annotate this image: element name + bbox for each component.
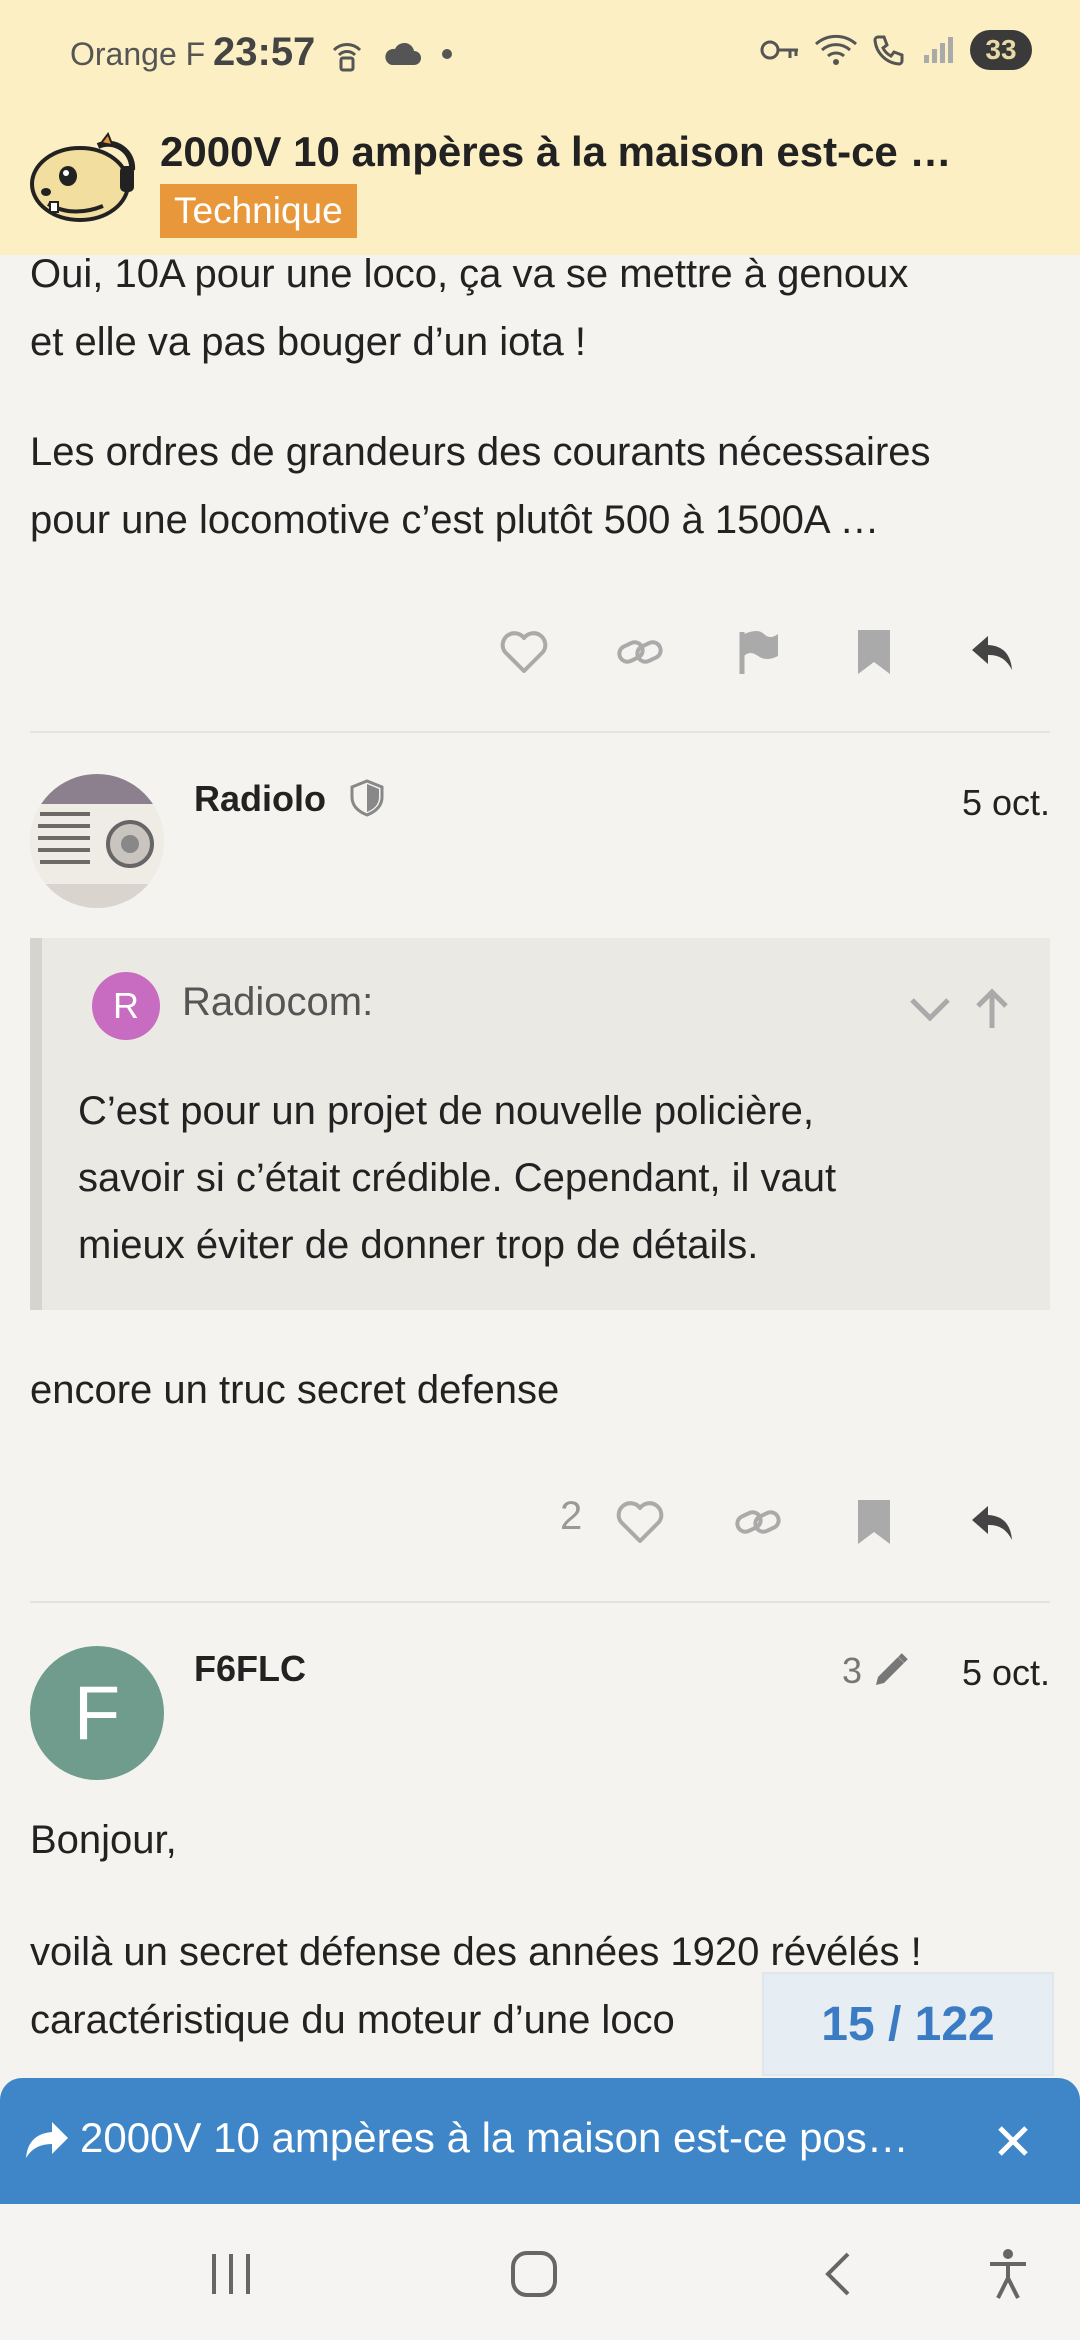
quote-block: R Radiocom: C’est pour un projet de nouv… <box>30 938 1050 1310</box>
reply-icon <box>972 1506 1012 1540</box>
recents-icon[interactable] <box>208 2252 254 2296</box>
cloud-icon <box>385 42 421 65</box>
radio-avatar-image <box>30 774 164 908</box>
quote-line: mieux éviter de donner trop de détails. <box>78 1223 759 1267</box>
wifi-icon <box>815 34 857 65</box>
username[interactable]: Radiolo <box>194 778 384 820</box>
arrow-up-icon[interactable] <box>972 986 1012 1030</box>
post-text-line: Bonjour, <box>30 1818 177 1862</box>
quote-text: C’est pour un projet de nouvelle policiè… <box>78 1078 1018 1279</box>
wifi-call-icon <box>873 35 904 66</box>
link-icon <box>735 1510 781 1534</box>
topic-title[interactable]: 2000V 10 ampères à la maison est-ce … <box>160 128 990 176</box>
post-date[interactable]: 5 oct. <box>962 782 1050 824</box>
moderator-shield-icon <box>350 779 384 817</box>
reply-button[interactable] <box>962 622 1022 682</box>
copy-link-button[interactable] <box>728 1492 788 1552</box>
wifi-lock-icon <box>332 43 362 72</box>
topic-header: Orange F 23:57 33 2000V 10 ampères à la … <box>0 0 1080 255</box>
post-text-line: et elle va pas bouger d’un iota ! <box>30 320 586 364</box>
signal-icon <box>924 37 953 63</box>
flag-button[interactable] <box>728 622 788 682</box>
post-paragraph: Les ordres de grandeurs des courants néc… <box>30 418 931 554</box>
bookmark-icon <box>858 630 890 674</box>
bookmark-icon <box>858 1500 890 1544</box>
post-progress-counter[interactable]: 15 / 122 <box>762 1972 1054 2076</box>
quote-line: C’est pour un projet de nouvelle policiè… <box>78 1089 814 1133</box>
post-text-line: Les ordres de grandeurs des courants néc… <box>30 430 931 474</box>
post-divider <box>30 1601 1050 1603</box>
username[interactable]: F6FLC <box>194 1648 306 1690</box>
copy-link-button[interactable] <box>610 622 670 682</box>
edit-history-button[interactable]: 3 <box>842 1650 910 1692</box>
like-button[interactable] <box>494 622 554 682</box>
username-text: Radiolo <box>194 778 326 819</box>
battery-indicator: 33 <box>970 30 1032 70</box>
reply-button[interactable] <box>962 1492 1022 1552</box>
status-icons-right: 33 <box>760 30 1032 70</box>
reply-icon <box>972 636 1012 670</box>
bookmark-button[interactable] <box>844 622 904 682</box>
post-paragraph: Oui, 10A pour une loco, ça va se mettre … <box>30 240 908 376</box>
quote-avatar[interactable]: R <box>92 972 160 1040</box>
banner-text: 2000V 10 ampères à la maison est-ce pos… <box>80 2114 909 2161</box>
status-icons-left <box>330 36 454 72</box>
avatar[interactable] <box>30 774 164 908</box>
home-icon[interactable] <box>510 2250 558 2298</box>
link-icon <box>617 640 663 664</box>
quote-line: savoir si c’était crédible. Cependant, i… <box>78 1156 837 1200</box>
share-arrow-icon <box>26 2122 68 2158</box>
bookmark-button[interactable] <box>844 1492 904 1552</box>
category-badge[interactable]: Technique <box>160 184 357 238</box>
post-text-line: pour une locomotive c’est plutôt 500 à 1… <box>30 498 880 542</box>
topic-reply-banner[interactable]: 2000V 10 ampères à la maison est-ce pos… <box>0 2078 1080 2204</box>
post-divider <box>30 731 1050 733</box>
status-bar: Orange F 23:57 33 <box>0 0 1080 110</box>
post-text-line: caractéristique du moteur d’une loco <box>30 1998 675 2042</box>
post-text-line: Oui, 10A pour une loco, ça va se mettre … <box>30 252 909 296</box>
like-count[interactable]: 2 <box>560 1494 582 1539</box>
avatar[interactable]: F <box>30 1646 164 1780</box>
heart-icon <box>500 631 548 673</box>
system-nav-bar <box>0 2204 1080 2340</box>
close-icon[interactable] <box>996 2124 1030 2158</box>
accessibility-icon[interactable] <box>986 2248 1030 2300</box>
quote-author: Radiocom: <box>182 980 374 1024</box>
pencil-icon <box>876 1653 908 1685</box>
like-button[interactable] <box>610 1492 670 1552</box>
site-logo[interactable] <box>28 132 138 228</box>
key-icon <box>760 40 798 60</box>
edit-count: 3 <box>842 1650 863 1691</box>
post-date[interactable]: 5 oct. <box>962 1652 1050 1694</box>
back-icon[interactable] <box>820 2250 854 2298</box>
post-body: encore un truc secret defense <box>30 1368 560 1412</box>
chevron-down-icon[interactable] <box>908 994 952 1024</box>
heart-icon <box>616 1501 664 1543</box>
dot-icon <box>442 49 452 59</box>
carrier-label: Orange F <box>70 36 206 72</box>
flag-icon <box>739 631 778 674</box>
clock: 23:57 <box>213 30 316 74</box>
